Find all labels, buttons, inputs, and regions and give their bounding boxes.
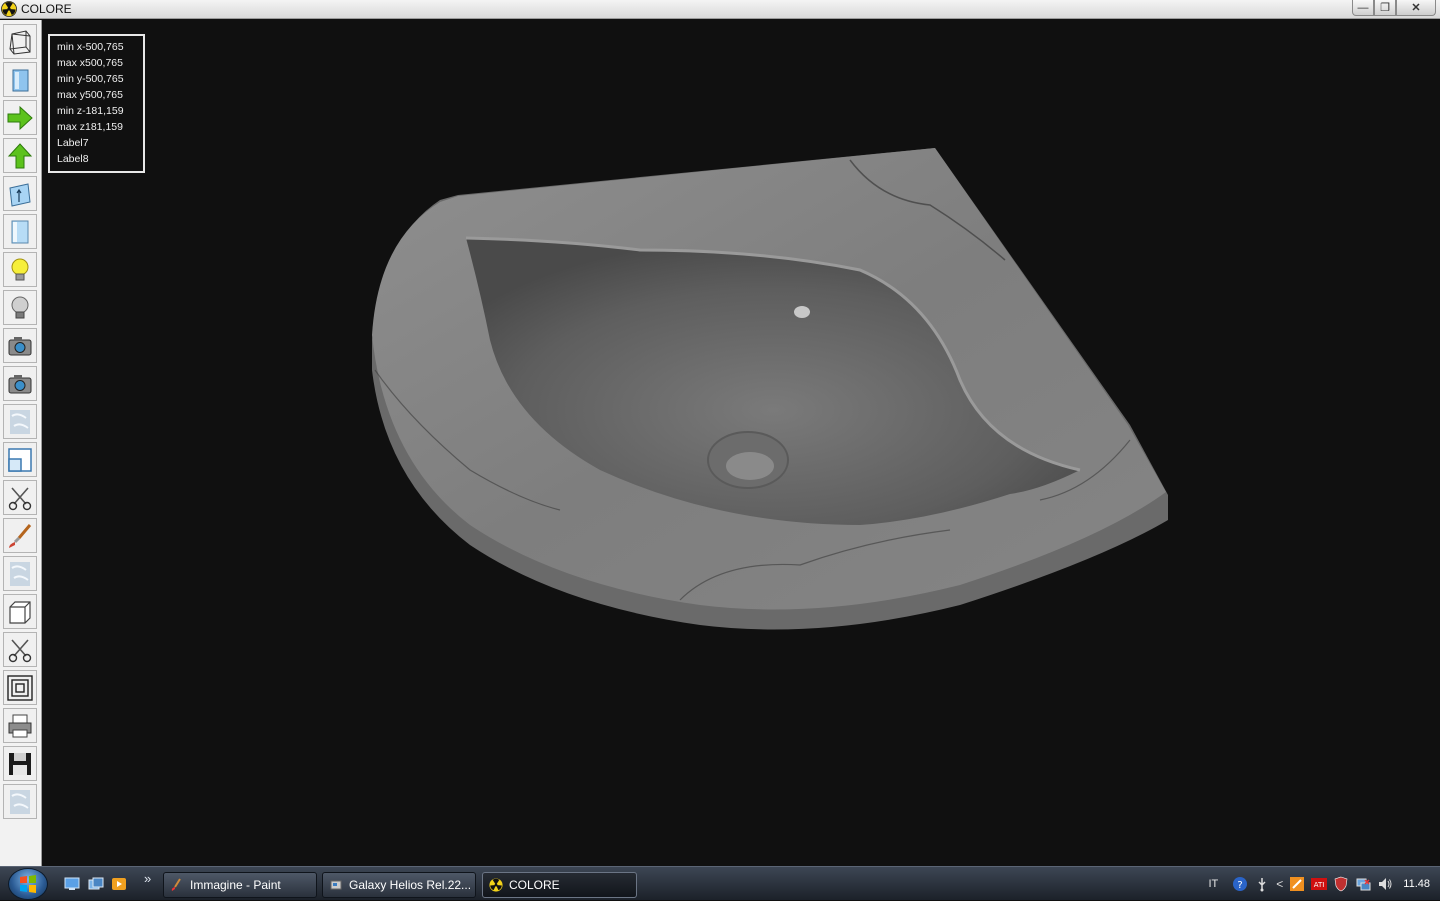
solid-view-tool-button[interactable] <box>3 62 37 97</box>
svg-text:ATI: ATI <box>1314 881 1325 889</box>
ati-icon[interactable]: ATI <box>1311 876 1328 892</box>
texture-alt-tool-button[interactable] <box>3 556 37 591</box>
tool-app-icon[interactable] <box>1289 876 1305 892</box>
green-arrow-right-icon <box>7 105 33 130</box>
window-controls: — ❐ ✕ <box>1352 0 1436 16</box>
move-right-tool-button[interactable] <box>3 100 37 135</box>
light-on-tool-button[interactable] <box>3 252 37 287</box>
wireframe-cube-icon <box>9 29 31 55</box>
move-up-tool-button[interactable] <box>3 138 37 173</box>
concentric-squares-icon <box>7 674 33 701</box>
svg-text:?: ? <box>1238 880 1243 891</box>
paint-tool-button[interactable] <box>3 518 37 553</box>
viewport-3d[interactable]: min x-500,765 max x500,765 min y-500,765… <box>43 20 1440 866</box>
max-z-label: max z181,159 <box>57 121 123 133</box>
usb-icon[interactable] <box>1254 876 1270 892</box>
left-toolbar <box>0 20 42 866</box>
marble-texture-icon <box>10 409 30 434</box>
minimize-icon: — <box>1357 1 1369 14</box>
green-arrow-up-icon <box>7 142 33 168</box>
radiation-app-icon <box>489 878 503 892</box>
floppy-disk-icon <box>9 752 31 775</box>
max-y-label: max y500,765 <box>57 89 123 101</box>
camera-alt-tool-button[interactable] <box>3 366 37 401</box>
bounds-info-panel: min x-500,765 max x500,765 min y-500,765… <box>48 34 145 173</box>
camera-icon <box>8 336 32 355</box>
shield-icon[interactable] <box>1333 876 1349 892</box>
switch-windows-icon[interactable] <box>88 877 104 891</box>
windows-logo-icon <box>20 875 36 893</box>
max-x-label: max x500,765 <box>57 57 123 69</box>
min-z-label: min z-181,159 <box>57 105 124 117</box>
galaxy-app-icon <box>330 880 342 890</box>
system-tray: IT ? < ATI 11.48 <box>1208 867 1440 901</box>
task-galaxy-helios[interactable]: Galaxy Helios Rel.22... <box>322 872 476 898</box>
marble-sink-model <box>372 148 1168 630</box>
save-tool-button[interactable] <box>3 746 37 781</box>
paintbrush-icon <box>9 523 32 548</box>
lightbulb-on-icon <box>11 258 29 280</box>
marble-texture-icon <box>10 789 30 814</box>
window-title: COLORE <box>21 2 72 16</box>
close-button[interactable]: ✕ <box>1396 0 1436 16</box>
extrude-panel-icon <box>9 182 31 207</box>
help-icon[interactable]: ? <box>1232 876 1248 892</box>
title-bar: COLORE — ❐ ✕ <box>0 0 1440 19</box>
language-indicator[interactable]: IT <box>1208 878 1218 890</box>
window-layout-icon <box>8 447 32 472</box>
show-desktop-icon[interactable] <box>64 877 80 891</box>
window-tool-button[interactable] <box>3 442 37 477</box>
paint-app-icon <box>171 878 181 891</box>
quicklaunch-more-button[interactable]: » <box>144 871 151 886</box>
box-icon <box>9 600 31 624</box>
taskbar: » Immagine - Paint Galaxy Helios Rel.22.… <box>0 866 1440 900</box>
offset-tool-button[interactable] <box>3 670 37 705</box>
lightbulb-off-icon <box>11 296 29 318</box>
camera-tool-button[interactable] <box>3 328 37 363</box>
volume-icon[interactable] <box>1377 876 1393 892</box>
label7: Label7 <box>57 137 89 149</box>
texture-tool-button[interactable] <box>3 404 37 439</box>
radiation-icon <box>1 1 17 17</box>
min-y-label: min y-500,765 <box>57 73 124 85</box>
printer-icon <box>8 714 32 737</box>
network-icon[interactable] <box>1355 876 1371 892</box>
restore-button[interactable]: ❐ <box>1374 0 1396 16</box>
task-colore[interactable]: COLORE <box>482 872 637 898</box>
scissors-icon <box>8 638 32 662</box>
close-icon: ✕ <box>1411 2 1421 14</box>
min-x-label: min x-500,765 <box>57 41 124 53</box>
task-label: Immagine - Paint <box>190 878 281 892</box>
clock[interactable]: 11.48 <box>1403 878 1430 890</box>
marble-texture-icon <box>10 561 30 586</box>
solid-panel-icon <box>12 69 29 91</box>
print-tool-button[interactable] <box>3 708 37 743</box>
media-player-icon[interactable] <box>111 877 127 891</box>
glass-panel-icon <box>11 220 29 243</box>
scissors-icon <box>8 486 32 510</box>
task-label: COLORE <box>509 878 560 892</box>
tray-expand-icon[interactable]: < <box>1276 877 1283 891</box>
camera-icon <box>8 374 32 393</box>
light-off-tool-button[interactable] <box>3 290 37 325</box>
box-tool-button[interactable] <box>3 594 37 629</box>
extrude-tool-button[interactable] <box>3 176 37 211</box>
label8: Label8 <box>57 153 89 165</box>
wireframe-tool-button[interactable] <box>3 24 37 59</box>
cut-alt-tool-button[interactable] <box>3 632 37 667</box>
minimize-button[interactable]: — <box>1352 0 1374 16</box>
task-label: Galaxy Helios Rel.22... <box>349 878 472 892</box>
task-paint[interactable]: Immagine - Paint <box>163 872 317 898</box>
panel-tool-button[interactable] <box>3 214 37 249</box>
restore-icon: ❐ <box>1380 2 1390 14</box>
cut-tool-button[interactable] <box>3 480 37 515</box>
start-button[interactable] <box>8 868 48 900</box>
texture-3-tool-button[interactable] <box>3 784 37 819</box>
